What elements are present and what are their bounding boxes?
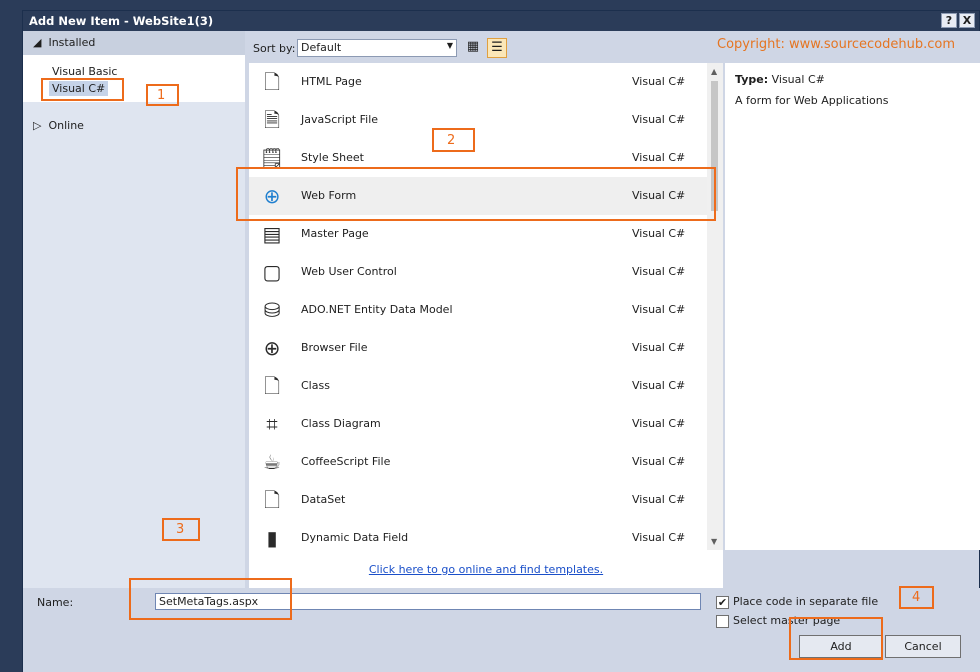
online-templates-link[interactable]: Click here to go online and find templat…	[369, 563, 603, 576]
browser-file-icon: ⊕	[263, 336, 281, 360]
annotation-box-number-2: 2	[432, 128, 475, 152]
place-code-label: Place code in separate file	[733, 595, 879, 608]
select-master-checkbox[interactable]	[716, 615, 729, 628]
list-item[interactable]: 🗋 DataSet Visual C#	[249, 481, 707, 519]
sort-label: Sort by:	[253, 42, 296, 55]
tree-item-online[interactable]: ▷ Online	[33, 119, 84, 132]
list-item[interactable]: 🗎 JavaScript File Visual C#	[249, 101, 707, 139]
name-label: Name:	[37, 596, 74, 609]
list-scrollbar[interactable]: ▲ ▼	[707, 63, 723, 550]
annotation-box-2	[236, 167, 716, 221]
template-list: 🗋 HTML Page Visual C# 🗎 JavaScript File …	[249, 63, 723, 550]
list-view-icon[interactable]: ☰	[487, 38, 507, 58]
cancel-button[interactable]: Cancel	[885, 635, 961, 658]
dynamic-data-icon: ▮	[266, 526, 278, 550]
template-tree: ◢ Installed Visual Basic Visual C# ▷ Onl…	[23, 31, 245, 591]
list-item[interactable]: ⛁ ADO.NET Entity Data Model Visual C#	[249, 291, 707, 329]
sort-select[interactable]: Default ▼	[297, 39, 457, 57]
class-diagram-icon: ⌗	[266, 412, 278, 436]
description-pane: Type: Visual C# A form for Web Applicati…	[725, 63, 980, 550]
annotation-box-number-4: 4	[899, 586, 934, 609]
list-item[interactable]: ⊕ Browser File Visual C#	[249, 329, 707, 367]
annotation-box-number-3: 3	[162, 518, 200, 541]
dataset-icon: 🗋	[263, 488, 281, 512]
master-page-icon: ▤	[262, 222, 282, 246]
installed-header[interactable]: ◢ Installed	[23, 31, 245, 55]
chevron-down-icon: ▼	[446, 41, 453, 50]
html-page-icon: 🗋	[263, 70, 281, 94]
user-control-icon: ▢	[262, 260, 282, 284]
list-item[interactable]: 🗋 HTML Page Visual C#	[249, 63, 707, 101]
list-item[interactable]: ▢ Web User Control Visual C#	[249, 253, 707, 291]
coffee-icon: ☕	[263, 450, 281, 474]
copyright-watermark: Copyright: www.sourcecodehub.com	[717, 37, 956, 52]
entity-model-icon: ⛁	[263, 298, 281, 322]
annotation-box-1	[41, 78, 124, 101]
sort-toolbar: Sort by: Default ▼ ▦ ☰ Copyright: www.so…	[247, 31, 980, 63]
description-text: A form for Web Applications	[735, 94, 889, 107]
scroll-down-icon[interactable]: ▼	[711, 537, 717, 546]
expand-icon: ▷	[33, 119, 42, 132]
window-title: Add New Item - WebSite1(3)	[29, 14, 214, 28]
place-code-checkbox[interactable]: ✔	[716, 596, 729, 609]
annotation-box-4	[789, 617, 883, 660]
annotation-box-3	[129, 578, 292, 620]
javascript-file-icon: 🗎	[263, 108, 281, 132]
scroll-up-icon[interactable]: ▲	[711, 67, 717, 76]
help-button[interactable]: ?	[941, 13, 957, 28]
type-line: Type: Visual C#	[735, 73, 825, 86]
class-icon: 🗋	[263, 374, 281, 398]
add-new-item-dialog: Add New Item - WebSite1(3) ? X ◢ Install…	[22, 10, 980, 672]
close-button[interactable]: X	[959, 13, 975, 28]
tree-item-visual-basic[interactable]: Visual Basic	[52, 65, 117, 78]
list-item[interactable]: 🗋 Class Visual C#	[249, 367, 707, 405]
collapse-icon: ◢	[33, 36, 42, 49]
online-link-area: Click here to go online and find templat…	[249, 550, 723, 588]
annotation-box-number-1: 1	[146, 84, 179, 106]
list-item[interactable]: ⌗ Class Diagram Visual C#	[249, 405, 707, 443]
grid-view-icon[interactable]: ▦	[463, 38, 483, 58]
list-item[interactable]: ▮ Dynamic Data Field Visual C#	[249, 519, 707, 550]
title-bar: Add New Item - WebSite1(3) ? X	[23, 11, 979, 31]
list-item[interactable]: ☕ CoffeeScript File Visual C#	[249, 443, 707, 481]
